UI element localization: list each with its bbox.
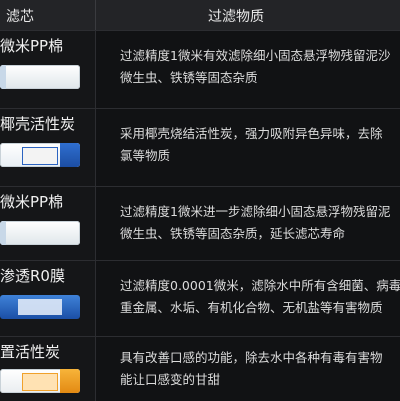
filter-description: 具有改善口感的功能，除去水中各种有毒有害物 能让口感变的甘甜 [120,347,400,391]
filter-name: 渗透R0膜 [0,267,65,285]
description-line: 能让口感变的甘甜 [120,372,221,387]
description-line: 重金属、水垢、有机化合物、无机盐等有害物质 [120,300,383,315]
header-filter-cell: 滤芯 [0,0,96,30]
description-line: 微生虫、铁锈等固态杂质 [120,70,258,85]
cartridge-label [22,147,58,165]
post-carbon-filter-icon [0,369,80,393]
description-line: 采用椰壳烧结活性炭，强力吸附异色异味，去除 [120,126,383,141]
filter-cell: 置活性炭 [0,337,96,401]
filter-cell: 渗透R0膜 [0,261,96,337]
table-row: 渗透R0膜 过滤精度0.0001微米，滤除水中所有含细菌、病毒 重金属、水垢、有… [0,260,400,337]
header-filter-label: 滤芯 [6,9,34,25]
coconut-carbon-filter-icon [0,143,80,167]
description-line: 过滤精度1微米有效滤除细小固态悬浮物残留泥沙 [120,48,391,63]
table-row: 微米PP棉 过滤精度1微米有效滤除细小固态悬浮物残留泥沙 微生虫、铁锈等固态杂质 [0,30,400,109]
description-line: 氯等物质 [120,148,171,163]
table-row: 微米PP棉 过滤精度1微米进一步滤除细小固态悬浮物残留泥 微生虫、铁锈等固态杂质… [0,186,400,261]
table-header: 滤芯 过滤物质 [0,0,400,30]
filter-name: 椰壳活性炭 [0,115,76,133]
ro-membrane-filter-icon [0,295,80,319]
description-line: 微生虫、铁锈等固态杂质，延长滤芯寿命 [120,226,346,241]
filter-description: 过滤精度1微米进一步滤除细小固态悬浮物残留泥 微生虫、铁锈等固态杂质，延长滤芯寿… [120,201,400,245]
table-row: 置活性炭 具有改善口感的功能，除去水中各种有毒有害物 能让口感变的甘甜 [0,336,400,401]
cartridge-band [60,369,80,393]
description-line: 过滤精度0.0001微米，滤除水中所有含细菌、病毒 [120,278,400,293]
filter-cell: 微米PP棉 [0,31,96,109]
table-row: 椰壳活性炭 采用椰壳烧结活性炭，强力吸附异色异味，去除 氯等物质 [0,108,400,187]
header-substance-label: 过滤物质 [208,9,264,25]
pp-cotton-filter-icon [0,221,80,245]
description-line: 过滤精度1微米进一步滤除细小固态悬浮物残留泥 [120,204,391,219]
filter-description: 过滤精度0.0001微米，滤除水中所有含细菌、病毒 重金属、水垢、有机化合物、无… [120,275,400,319]
filter-description: 过滤精度1微米有效滤除细小固态悬浮物残留泥沙 微生虫、铁锈等固态杂质 [120,45,400,89]
filter-cell: 椰壳活性炭 [0,109,96,187]
filter-name: 置活性炭 [0,343,61,361]
description-line: 具有改善口感的功能，除去水中各种有毒有害物 [120,350,383,365]
cartridge-band [60,143,80,167]
filter-cell: 微米PP棉 [0,187,96,261]
filter-name: 微米PP棉 [0,37,64,55]
pp-cotton-filter-icon [0,65,80,89]
filter-description: 采用椰壳烧结活性炭，强力吸附异色异味，去除 氯等物质 [120,123,400,167]
cartridge-label [22,373,58,391]
filter-comparison-table: 滤芯 过滤物质 微米PP棉 过滤精度1微米有效滤除细小固态悬浮物残留泥沙 微生虫… [0,0,400,401]
filter-name: 微米PP棉 [0,193,64,211]
cartridge-label [18,299,62,315]
